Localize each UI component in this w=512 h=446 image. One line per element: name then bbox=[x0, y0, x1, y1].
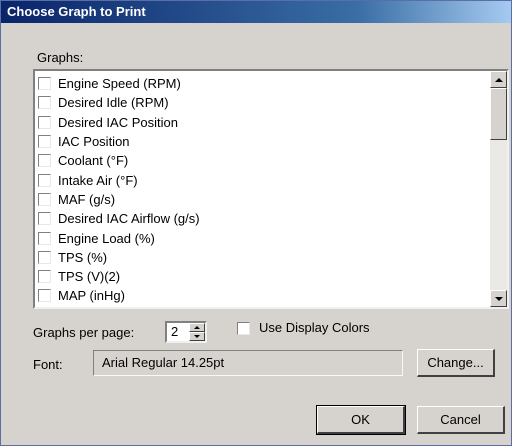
change-font-button[interactable]: Change... bbox=[417, 349, 495, 377]
spin-down-button[interactable] bbox=[189, 332, 205, 341]
spin-up-button[interactable] bbox=[189, 323, 205, 332]
graph-checkbox[interactable] bbox=[38, 96, 51, 110]
graph-checkbox[interactable] bbox=[38, 250, 51, 264]
scroll-down-button[interactable] bbox=[490, 290, 507, 307]
ok-button[interactable]: OK bbox=[316, 405, 406, 435]
arrow-down-icon bbox=[194, 335, 200, 338]
list-item[interactable]: Engine Load (%) bbox=[35, 228, 475, 247]
graph-item-label: MAP (inHg) bbox=[58, 288, 125, 304]
font-value: Arial Regular 14.25pt bbox=[102, 355, 225, 370]
graph-item-label: Desired IAC Position bbox=[58, 114, 178, 130]
graphs-per-page-label: Graphs per page: bbox=[33, 325, 135, 340]
scroll-thumb[interactable] bbox=[490, 88, 507, 140]
graph-checkbox[interactable] bbox=[38, 192, 51, 206]
graph-checkbox[interactable] bbox=[38, 154, 51, 168]
list-item[interactable]: TPS (%) bbox=[35, 248, 475, 267]
use-display-colors-label: Use Display Colors bbox=[259, 320, 370, 335]
list-item[interactable]: Desired IAC Position bbox=[35, 113, 475, 132]
list-item[interactable]: MAF (g/s) bbox=[35, 190, 475, 209]
cancel-button[interactable]: Cancel bbox=[417, 406, 505, 434]
font-display-field: Arial Regular 14.25pt bbox=[93, 350, 403, 376]
spinner-buttons bbox=[189, 323, 205, 341]
list-item[interactable]: Desired IAC Airflow (g/s) bbox=[35, 209, 475, 228]
graph-checkbox[interactable] bbox=[38, 289, 51, 303]
list-item[interactable]: TPS (V)(2) bbox=[35, 267, 475, 286]
use-display-colors-checkbox[interactable] bbox=[237, 322, 250, 335]
title-bar: Choose Graph to Print bbox=[1, 1, 511, 23]
graph-item-label: MAF (g/s) bbox=[58, 191, 116, 207]
list-item[interactable]: MAP (inHg) bbox=[35, 286, 475, 305]
graph-item-label: IAC Position bbox=[58, 134, 130, 150]
graph-checkbox[interactable] bbox=[38, 115, 51, 129]
graph-checkbox[interactable] bbox=[38, 212, 51, 226]
list-item[interactable]: Desired Idle (RPM) bbox=[35, 93, 475, 112]
list-item[interactable]: Engine Speed (RPM) bbox=[35, 74, 475, 93]
list-item[interactable]: Intake Air (°F) bbox=[35, 170, 475, 189]
graph-item-label: Coolant (°F) bbox=[58, 153, 129, 169]
graphs-list: Engine Speed (RPM) Desired Idle (RPM) De… bbox=[35, 74, 475, 306]
graph-item-label: Desired Idle (RPM) bbox=[58, 95, 169, 111]
graph-item-label: Desired IAC Airflow (g/s) bbox=[58, 211, 200, 227]
graph-item-label: Engine Speed (RPM) bbox=[58, 76, 181, 92]
graph-checkbox[interactable] bbox=[38, 270, 51, 284]
graph-item-label: Engine Load (%) bbox=[58, 230, 155, 246]
graph-item-label: TPS (V)(2) bbox=[58, 269, 121, 285]
graph-checkbox[interactable] bbox=[38, 77, 51, 91]
choose-graph-dialog: Choose Graph to Print Graphs: Engine Spe… bbox=[0, 0, 512, 446]
font-label: Font: bbox=[33, 357, 63, 372]
graph-checkbox[interactable] bbox=[38, 173, 51, 187]
arrow-up-icon bbox=[194, 326, 200, 329]
graphs-per-page-value[interactable]: 2 bbox=[171, 324, 178, 339]
arrow-down-icon bbox=[494, 296, 503, 301]
arrow-up-icon bbox=[494, 77, 503, 82]
graph-checkbox[interactable] bbox=[38, 231, 51, 245]
graphs-listbox[interactable]: Engine Speed (RPM) Desired Idle (RPM) De… bbox=[33, 69, 509, 309]
list-item[interactable]: Coolant (°F) bbox=[35, 151, 475, 170]
list-item[interactable]: IAC Position bbox=[35, 132, 475, 151]
graph-item-label: Intake Air (°F) bbox=[58, 172, 138, 188]
graphs-label: Graphs: bbox=[37, 50, 84, 65]
window-title: Choose Graph to Print bbox=[7, 4, 146, 19]
graphs-per-page-spinner[interactable]: 2 bbox=[165, 321, 207, 343]
graph-item-label: TPS (%) bbox=[58, 249, 108, 265]
graph-checkbox[interactable] bbox=[38, 135, 51, 149]
scroll-up-button[interactable] bbox=[490, 71, 507, 88]
vertical-scrollbar[interactable] bbox=[490, 71, 507, 307]
